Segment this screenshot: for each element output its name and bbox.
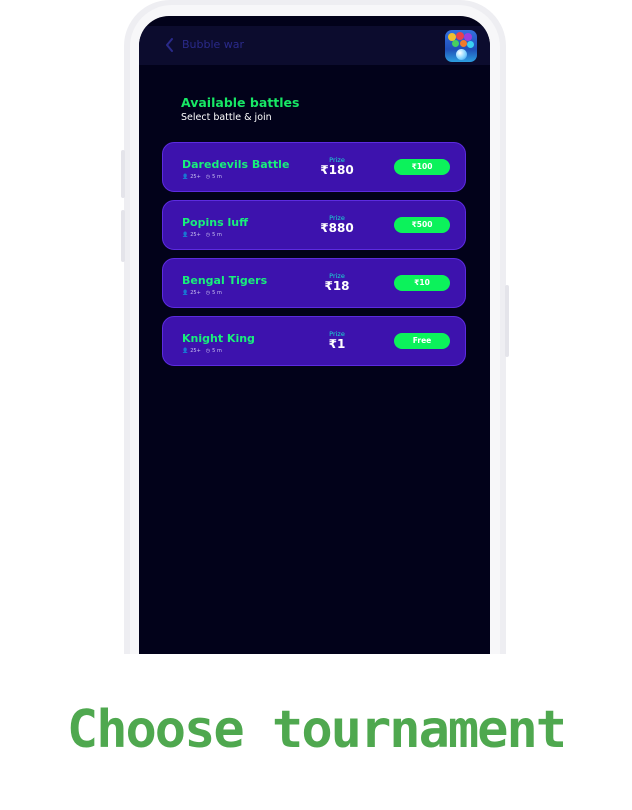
join-button[interactable]: ₹500 xyxy=(394,217,450,233)
chevron-left-icon[interactable] xyxy=(165,38,174,52)
battle-prize: Prize ₹880 xyxy=(313,215,361,235)
phone-side-button-right xyxy=(505,285,509,357)
battle-name: Bengal Tigers xyxy=(182,274,268,287)
battle-meta: 👤 25+ ◷ 5 m xyxy=(182,290,222,296)
battle-prize: Prize ₹1 xyxy=(313,331,361,351)
battle-card-daredevils[interactable]: Daredevils Battle 👤 25+ ◷ 5 m Prize ₹180 ₹… xyxy=(162,142,466,192)
user-icon: 👤 xyxy=(182,290,189,296)
battle-duration: 5 m xyxy=(212,290,222,296)
battle-meta: 👤 25+ ◷ 5 m xyxy=(182,348,222,354)
bubble-shooter-app-icon[interactable] xyxy=(445,30,477,62)
phone-side-button-left-lower xyxy=(121,210,125,262)
prize-value: ₹180 xyxy=(320,163,354,177)
section-subheading: Select battle & join xyxy=(181,112,272,123)
clock-icon: ◷ xyxy=(205,174,211,180)
phone-side-button-left xyxy=(121,150,125,198)
battle-players: 25+ xyxy=(190,348,201,354)
battle-card-bengal[interactable]: Bengal Tigers 👤 25+ ◷ 5 m Prize ₹18 ₹10 xyxy=(162,258,466,308)
join-button[interactable]: ₹100 xyxy=(394,159,450,175)
battle-card-knight[interactable]: Knight King 👤 25+ ◷ 5 m Prize ₹1 Free xyxy=(162,316,466,366)
battle-prize: Prize ₹180 xyxy=(313,157,361,177)
battle-meta: 👤 25+ ◷ 5 m xyxy=(182,232,222,238)
battle-card-popins[interactable]: Popins luff 👤 25+ ◷ 5 m Prize ₹880 ₹500 xyxy=(162,200,466,250)
join-button[interactable]: Free xyxy=(394,333,450,349)
user-icon: 👤 xyxy=(182,174,189,180)
clock-icon: ◷ xyxy=(205,290,211,296)
battle-prize: Prize ₹18 xyxy=(313,273,361,293)
section-heading: Available battles xyxy=(181,95,300,110)
app-bar: Bubble war xyxy=(139,26,490,65)
promo-caption: Choose tournament xyxy=(66,700,567,760)
join-button[interactable]: ₹10 xyxy=(394,275,450,291)
battle-players: 25+ xyxy=(190,174,201,180)
battle-players: 25+ xyxy=(190,290,201,296)
app-screen: Bubble war Available battles Select batt… xyxy=(139,16,490,654)
user-icon: 👤 xyxy=(182,232,189,238)
battle-duration: 5 m xyxy=(212,174,222,180)
user-icon: 👤 xyxy=(182,348,189,354)
prize-value: ₹880 xyxy=(320,221,354,235)
clock-icon: ◷ xyxy=(205,348,211,354)
battle-name: Daredevils Battle xyxy=(182,158,290,171)
clock-icon: ◷ xyxy=(205,232,211,238)
battle-players: 25+ xyxy=(190,232,201,238)
prize-value: ₹18 xyxy=(324,279,350,293)
battle-meta: 👤 25+ ◷ 5 m xyxy=(182,174,222,180)
app-bar-title: Bubble war xyxy=(182,38,245,51)
battle-name: Popins luff xyxy=(182,216,248,229)
battle-duration: 5 m xyxy=(212,232,222,238)
battle-name: Knight King xyxy=(182,332,255,345)
battle-duration: 5 m xyxy=(212,348,222,354)
prize-value: ₹1 xyxy=(328,337,346,351)
